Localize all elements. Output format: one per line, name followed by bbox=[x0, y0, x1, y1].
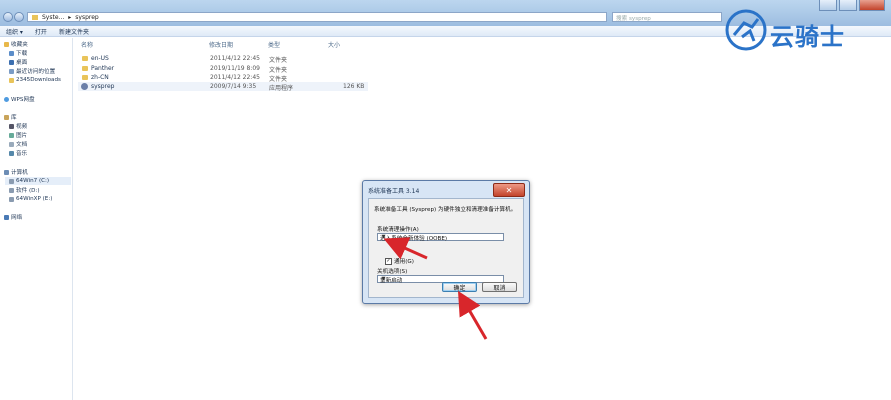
arrow-to-ok-button bbox=[457, 290, 488, 340]
arrow-to-generalize bbox=[383, 237, 428, 260]
watermark-text: 云骑士 bbox=[770, 23, 845, 51]
rider-logo-icon bbox=[725, 9, 767, 51]
annotation-arrows bbox=[383, 237, 488, 340]
watermark-logo: 云骑士 bbox=[724, 5, 884, 55]
